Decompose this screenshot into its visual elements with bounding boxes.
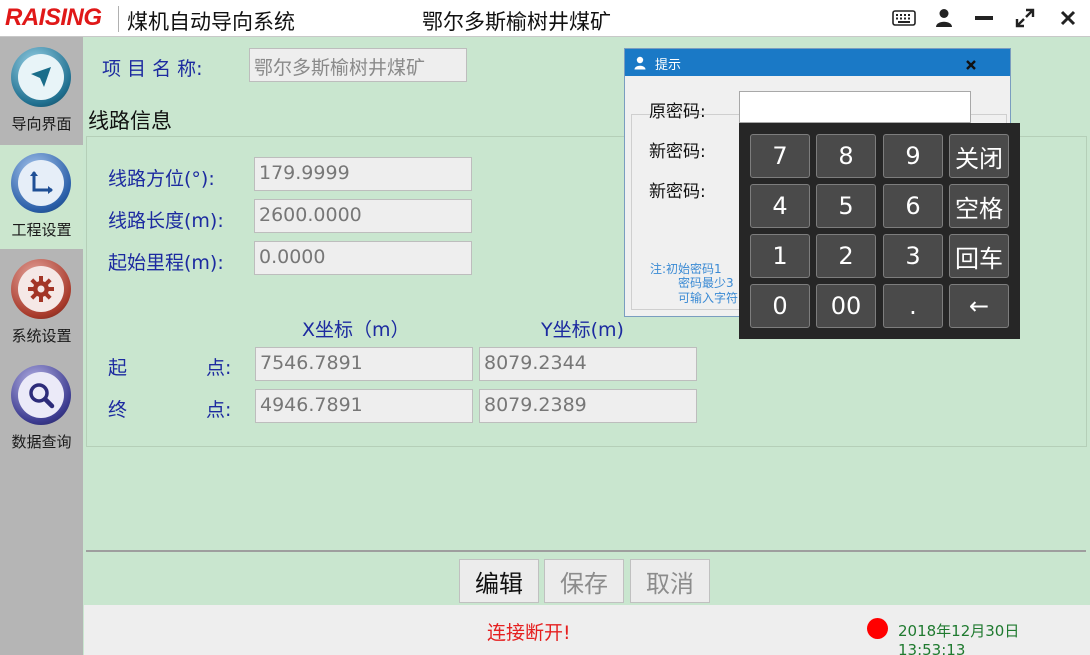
- key-enter[interactable]: 回车: [949, 234, 1009, 278]
- old-password-label: 原密码:: [649, 102, 706, 122]
- start-point-label: 起: [108, 357, 128, 379]
- route-length-label: 线路长度(m):: [108, 210, 224, 232]
- search-icon: [11, 365, 71, 425]
- key-3[interactable]: 3: [883, 234, 943, 278]
- project-name-label: 项 目 名 称:: [102, 58, 203, 80]
- axes-icon: [11, 153, 71, 213]
- sidebar-item-system-settings[interactable]: 系统设置: [0, 251, 83, 355]
- end-x-field[interactable]: 4946.7891: [255, 389, 473, 423]
- mine-name-title: 鄂尔多斯榆树井煤矿: [422, 10, 611, 34]
- note-line-3: 可输入字符: [678, 291, 739, 305]
- divider: [86, 550, 1086, 552]
- key-close[interactable]: 关闭: [949, 134, 1009, 178]
- dialog-title-bar: 提示: [625, 49, 1010, 76]
- navigation-arrow-icon: [11, 47, 71, 107]
- old-password-input[interactable]: [739, 91, 971, 123]
- sidebar-item-data-query[interactable]: 数据查询: [0, 357, 83, 461]
- key-2[interactable]: 2: [816, 234, 876, 278]
- key-8[interactable]: 8: [816, 134, 876, 178]
- gear-icon: [11, 259, 71, 319]
- key-0[interactable]: 0: [750, 284, 810, 328]
- key-00[interactable]: 00: [816, 284, 876, 328]
- start-y-field[interactable]: 8079.2344: [479, 347, 697, 381]
- start-point-label-suffix: 点:: [206, 357, 232, 379]
- y-coordinate-header: Y坐标(m): [541, 319, 624, 341]
- end-y-field[interactable]: 8079.2389: [479, 389, 697, 423]
- end-point-label-suffix: 点:: [206, 399, 232, 421]
- key-6[interactable]: 6: [883, 184, 943, 228]
- start-x-field[interactable]: 7546.7891: [255, 347, 473, 381]
- status-datetime: 2018年12月30日 13:53:13: [898, 622, 1020, 655]
- app-title: 煤机自动导向系统: [127, 10, 295, 34]
- sidebar: 导向界面 工程设置 系统设置 数据查询: [0, 37, 83, 655]
- key-4[interactable]: 4: [750, 184, 810, 228]
- new-password-label: 新密码:: [649, 142, 706, 162]
- route-info-title: 线路信息: [88, 109, 172, 133]
- status-bar: 连接断开! 2018年12月30日 13:53:13: [84, 605, 1090, 655]
- save-button[interactable]: 保存: [544, 559, 624, 603]
- confirm-password-label: 新密码:: [649, 182, 706, 202]
- sidebar-item-label: 导向界面: [11, 115, 72, 133]
- keyboard-icon[interactable]: [891, 6, 917, 30]
- connection-status-text: 连接断开!: [487, 622, 571, 644]
- cancel-button[interactable]: 取消: [630, 559, 710, 603]
- key-backspace[interactable]: ←: [949, 284, 1009, 328]
- sidebar-item-label: 系统设置: [11, 327, 72, 345]
- key-space[interactable]: 空格: [949, 184, 1009, 228]
- x-coordinate-header: X坐标（m）: [302, 319, 410, 341]
- title-divider: [118, 6, 119, 32]
- project-name-field[interactable]: 鄂尔多斯榆树井煤矿: [249, 48, 467, 82]
- route-bearing-field[interactable]: 179.9999: [254, 157, 472, 191]
- numeric-keypad: 7 8 9 关闭 4 5 6 空格 1 2 3 回车 0 00 . ←: [739, 123, 1020, 339]
- key-9[interactable]: 9: [883, 134, 943, 178]
- sidebar-item-guidance[interactable]: 导向界面: [0, 39, 83, 143]
- user-icon: [634, 55, 646, 74]
- title-bar: RAISING 煤机自动导向系统 鄂尔多斯榆树井煤矿: [0, 0, 1090, 37]
- route-bearing-label: 线路方位(°):: [108, 168, 215, 190]
- maximize-icon[interactable]: [1012, 6, 1038, 30]
- end-point-label: 终: [108, 399, 128, 421]
- key-decimal[interactable]: .: [883, 284, 943, 328]
- sidebar-item-label: 工程设置: [11, 221, 72, 239]
- minimize-icon[interactable]: [971, 6, 997, 30]
- edit-button[interactable]: 编辑: [459, 559, 539, 603]
- close-icon[interactable]: [1055, 6, 1081, 30]
- key-5[interactable]: 5: [816, 184, 876, 228]
- connection-indicator: [867, 618, 888, 639]
- sidebar-item-project-settings[interactable]: 工程设置: [0, 145, 83, 249]
- sidebar-item-label: 数据查询: [11, 433, 72, 451]
- user-icon[interactable]: [931, 6, 957, 30]
- dialog-title: 提示: [655, 58, 682, 73]
- key-7[interactable]: 7: [750, 134, 810, 178]
- raising-logo: RAISING: [5, 4, 102, 31]
- dialog-close-icon[interactable]: [965, 56, 977, 75]
- key-1[interactable]: 1: [750, 234, 810, 278]
- start-mileage-label: 起始里程(m):: [108, 252, 224, 274]
- route-length-field[interactable]: 2600.0000: [254, 199, 472, 233]
- start-mileage-field[interactable]: 0.0000: [254, 241, 472, 275]
